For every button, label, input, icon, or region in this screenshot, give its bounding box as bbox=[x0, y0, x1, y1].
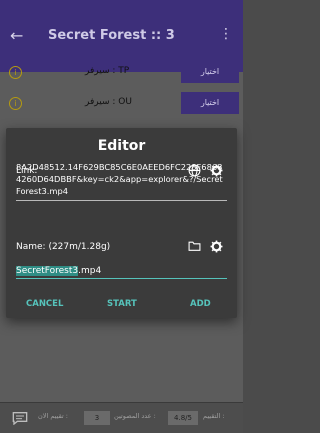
info-icon[interactable]: i bbox=[9, 97, 22, 110]
chat-icon[interactable] bbox=[12, 411, 28, 428]
server-label: سيرفر : TP bbox=[85, 66, 130, 76]
info-icon[interactable]: i bbox=[9, 66, 22, 79]
folder-icon[interactable] bbox=[188, 240, 201, 254]
rating-value: 4.8/5 bbox=[168, 411, 198, 425]
name-label: Name: (227m/1.28g) bbox=[16, 242, 111, 252]
filename-input[interactable]: SecretForest3.mp4 bbox=[16, 264, 227, 279]
settings-gear-icon[interactable] bbox=[210, 240, 223, 255]
list-item: i سيرفر : OU اختيار bbox=[0, 92, 243, 116]
list-item: i سيرفر : TP اختيار bbox=[0, 61, 243, 85]
add-button[interactable]: ADD bbox=[190, 299, 211, 309]
arrow-left-icon[interactable]: ← bbox=[10, 26, 23, 45]
choose-button[interactable]: اختيار bbox=[181, 61, 239, 83]
bottom-bar: تقييم الان : 3 عدد المصوتين : 4.8/5 التق… bbox=[0, 402, 243, 433]
votes-label: عدد المصوتين : bbox=[114, 412, 156, 420]
start-button[interactable]: START bbox=[107, 299, 137, 309]
votes-value: 3 bbox=[84, 411, 110, 425]
dialog-title: Editor bbox=[97, 138, 146, 154]
page-title: Secret Forest :: 3 bbox=[48, 28, 175, 43]
choose-button[interactable]: اختيار bbox=[181, 92, 239, 114]
more-vert-icon[interactable]: ⋮ bbox=[219, 26, 233, 42]
link-field[interactable]: 8A2D48512.14F629BC85C6E0AEED6FC228F68684… bbox=[16, 161, 227, 201]
cancel-button[interactable]: CANCEL bbox=[26, 299, 63, 309]
your-rating-label: تقييم الان : bbox=[38, 412, 68, 420]
rating-label: التقييم : bbox=[203, 412, 225, 420]
filename-extension: .mp4 bbox=[78, 266, 102, 276]
filename-selected-text: SecretForest3 bbox=[16, 266, 79, 276]
server-label: سيرفر : OU bbox=[85, 97, 132, 107]
editor-dialog: Editor Link: 8A2D48512.14F629BC85C6E0AEE… bbox=[6, 128, 237, 318]
